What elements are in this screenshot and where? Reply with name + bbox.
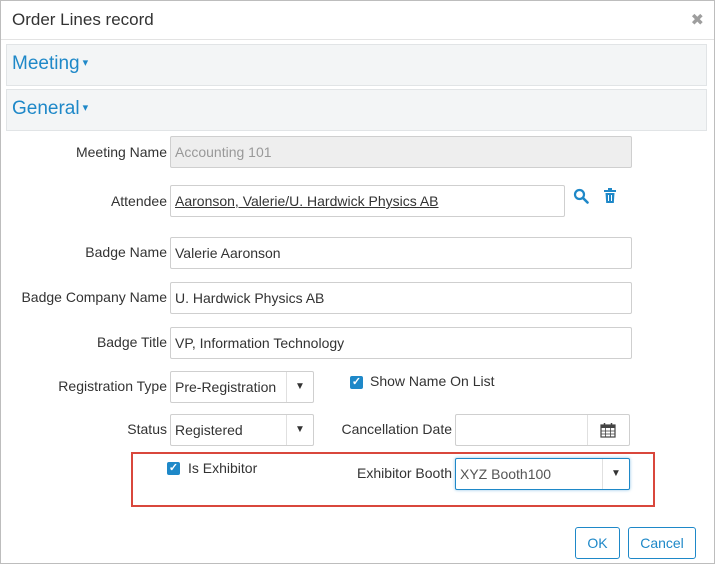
badge-name-label: Badge Name [85, 244, 167, 260]
dropdown-arrow-icon[interactable]: ▼ [602, 459, 629, 489]
status-value: Registered [175, 422, 243, 438]
badge-company-name-label: Badge Company Name [21, 289, 167, 305]
attendee-link[interactable]: Aaronson, Valerie/U. Hardwick Physics AB [175, 193, 439, 209]
show-name-on-list-checkbox[interactable]: ✓ [350, 376, 363, 389]
badge-name-field[interactable]: Valerie Aaronson [170, 237, 632, 269]
meeting-name-label: Meeting Name [75, 144, 167, 160]
section-general[interactable]: General ▾ [6, 89, 707, 131]
dropdown-arrow-icon[interactable]: ▼ [286, 372, 313, 402]
section-meeting[interactable]: Meeting ▾ [6, 44, 707, 86]
is-exhibitor-checkbox[interactable]: ✓ [167, 462, 180, 475]
dropdown-arrow-icon[interactable]: ▼ [286, 415, 313, 445]
chevron-down-icon: ▾ [82, 57, 89, 69]
registration-type-label: Registration Type [58, 378, 167, 394]
trash-icon[interactable] [603, 188, 617, 208]
exhibitor-booth-value: XYZ Booth100 [460, 466, 552, 482]
chevron-down-icon: ▾ [82, 102, 89, 114]
badge-company-name-field[interactable]: U. Hardwick Physics AB [170, 282, 632, 314]
section-meeting-label: Meeting [12, 53, 80, 74]
is-exhibitor-label: Is Exhibitor [188, 460, 258, 476]
status-select[interactable]: Registered ▼ [170, 414, 314, 446]
header-divider [1, 39, 714, 40]
cancel-button[interactable]: Cancel [628, 527, 696, 559]
cancellation-date-label: Cancellation Date [341, 421, 452, 437]
registration-type-value: Pre-Registration [175, 379, 277, 395]
badge-title-field[interactable]: VP, Information Technology [170, 327, 632, 359]
exhibitor-booth-label: Exhibitor Booth [357, 465, 452, 481]
cancellation-date-field[interactable] [455, 414, 630, 446]
meeting-name-field: Accounting 101 [170, 136, 632, 168]
status-label: Status [127, 421, 167, 437]
ok-button[interactable]: OK [575, 527, 620, 559]
attendee-field[interactable]: Aaronson, Valerie/U. Hardwick Physics AB [170, 185, 565, 217]
show-name-on-list-label: Show Name On List [370, 373, 495, 389]
dialog-title: Order Lines record [12, 10, 154, 29]
attendee-label: Attendee [110, 193, 167, 209]
registration-type-select[interactable]: Pre-Registration ▼ [170, 371, 314, 403]
section-general-label: General [12, 98, 80, 119]
search-icon[interactable] [573, 188, 589, 209]
close-icon[interactable]: ✖ [691, 10, 704, 30]
order-lines-dialog: Order Lines record ✖ Meeting ▾ General ▾ M… [0, 0, 715, 564]
badge-title-label: Badge Title [96, 334, 167, 350]
calendar-icon[interactable] [587, 415, 629, 445]
exhibitor-booth-select[interactable]: XYZ Booth100 ▼ [455, 458, 630, 490]
